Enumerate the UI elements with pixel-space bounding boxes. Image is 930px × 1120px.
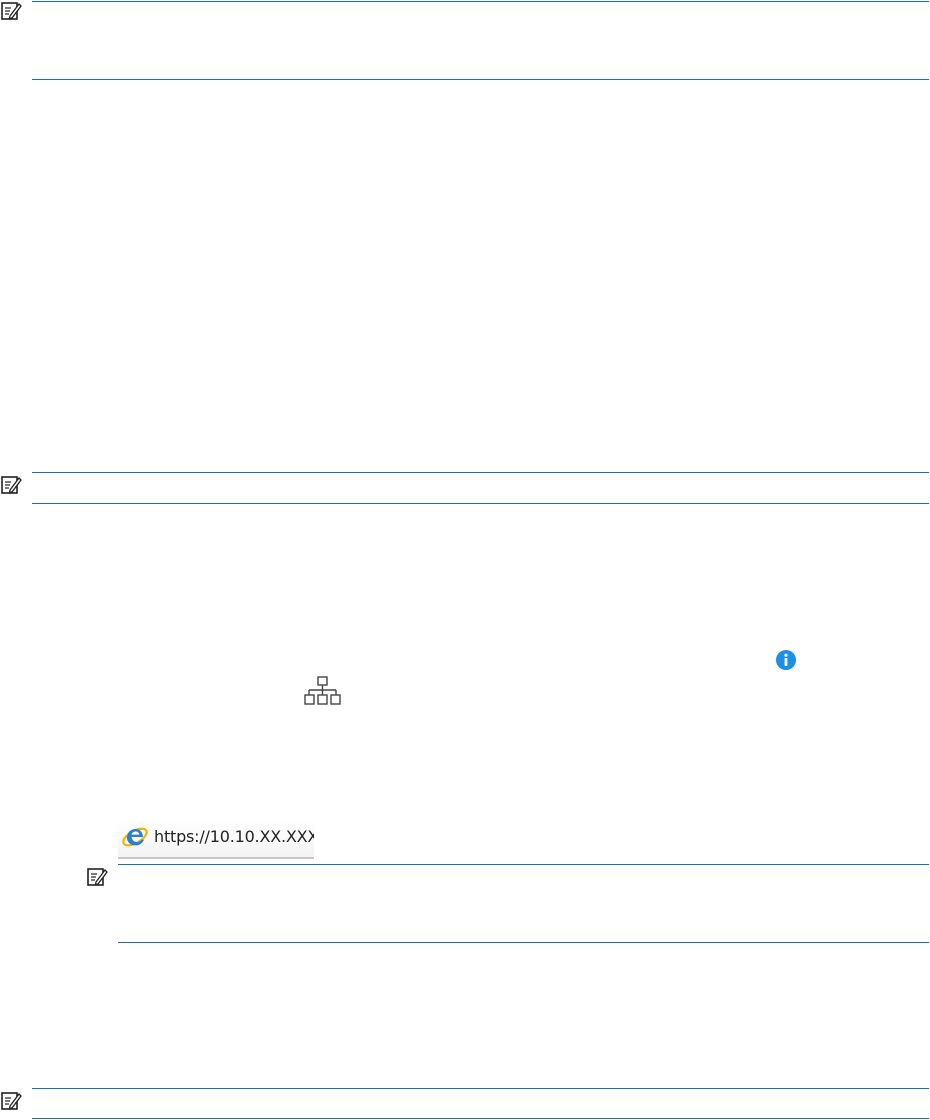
note-divider-bottom [32, 1118, 929, 1119]
note-icon [0, 474, 22, 496]
note-divider-bottom [32, 79, 929, 80]
browser-address-bar[interactable]: https://10.10.XX.XXX/ [118, 819, 314, 859]
note-divider-top [32, 472, 929, 473]
network-tree-icon [303, 675, 343, 707]
internet-explorer-icon [121, 823, 149, 851]
note-divider-bottom [118, 942, 929, 943]
address-bar-url[interactable]: https://10.10.XX.XXX/ [154, 827, 314, 846]
note-divider-top [32, 1, 929, 2]
note-divider-top [32, 1088, 929, 1089]
note-icon [0, 1090, 22, 1112]
note-divider-top [118, 864, 929, 865]
note-icon [0, 0, 22, 22]
info-circle-icon [775, 649, 797, 671]
note-divider-bottom [32, 503, 929, 504]
note-icon [86, 866, 108, 888]
